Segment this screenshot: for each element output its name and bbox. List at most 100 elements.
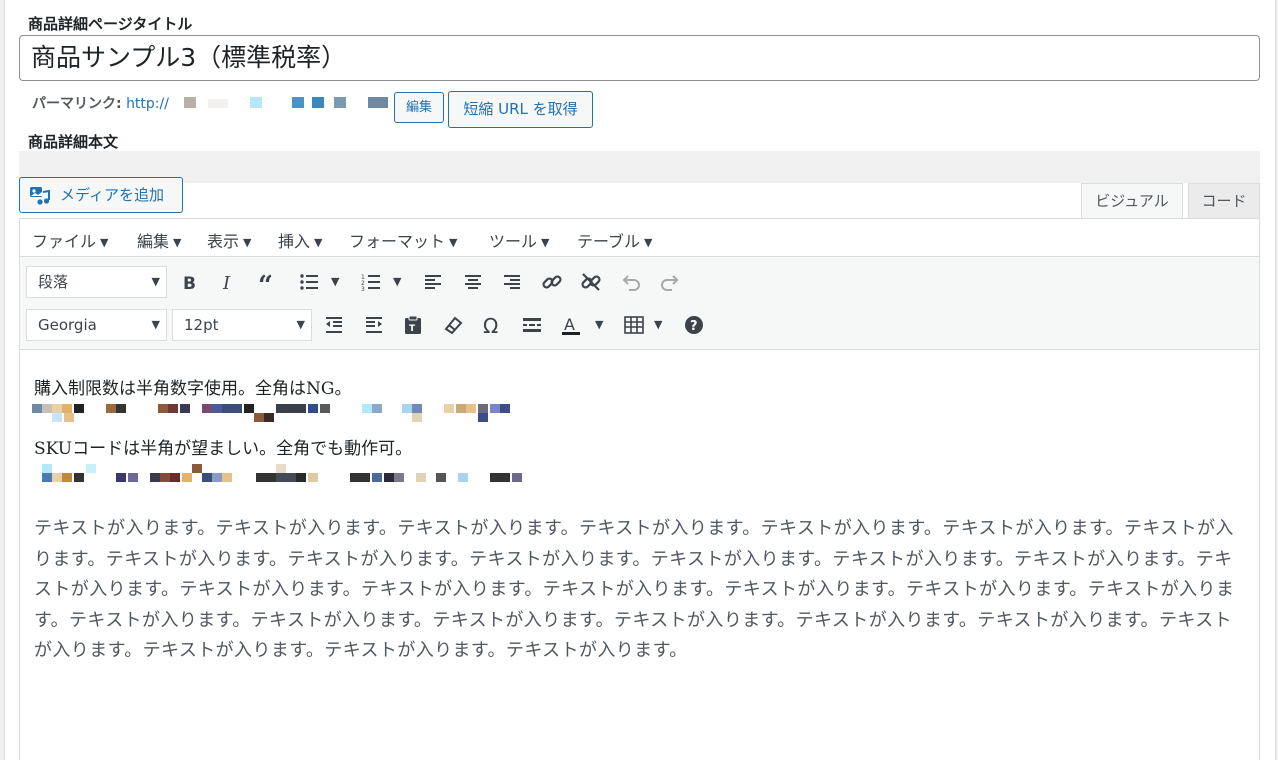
content-line-sku: SKUコードは半角が望ましい。全角でも動作可。 bbox=[34, 439, 413, 459]
editor-header-band bbox=[19, 151, 1260, 183]
title-input[interactable]: 商品サンプル3（標準税率） bbox=[19, 35, 1260, 81]
italic-icon: I bbox=[222, 273, 231, 293]
bullet-list-icon bbox=[300, 274, 318, 290]
title-section-label: 商品詳細ページタイトル bbox=[28, 15, 193, 33]
permalink-label: パーマリンク: bbox=[32, 96, 122, 112]
add-media-button[interactable]: メディアを追加 bbox=[19, 177, 183, 213]
redo-button[interactable] bbox=[655, 267, 685, 297]
chevron-down-icon[interactable]: ▼ bbox=[595, 318, 603, 331]
tab-code[interactable]: コード bbox=[1188, 183, 1260, 219]
bold-button[interactable]: B bbox=[174, 267, 204, 297]
redacted-url bbox=[184, 97, 388, 108]
menu-format[interactable]: フォーマット ▼ bbox=[349, 228, 457, 252]
tab-visual[interactable]: ビジュアル bbox=[1081, 183, 1183, 219]
format-select-value: 段落 bbox=[38, 273, 69, 291]
chevron-down-icon: ▼ bbox=[644, 236, 653, 249]
help-icon: ? bbox=[685, 316, 703, 334]
menu-view-label: 表示 bbox=[207, 232, 240, 251]
menu-insert[interactable]: 挿入 ▼ bbox=[278, 228, 322, 252]
numbered-list-button[interactable]: 123 bbox=[356, 267, 386, 297]
redo-icon bbox=[661, 275, 679, 291]
blockquote-button[interactable]: “ bbox=[253, 267, 283, 297]
align-center-button[interactable] bbox=[458, 267, 488, 297]
text-color-icon: A bbox=[562, 315, 580, 335]
menu-format-label: フォーマット bbox=[349, 232, 446, 251]
menu-tools-label: ツール bbox=[489, 232, 538, 251]
content-paragraph: テキストが入ります。テキストが入ります。テキストが入ります。テキストが入ります。… bbox=[34, 518, 1235, 661]
horizontal-line-icon bbox=[523, 318, 541, 332]
menu-edit-label: 編集 bbox=[137, 232, 170, 251]
menu-tools[interactable]: ツール ▼ bbox=[489, 228, 549, 252]
redacted-line bbox=[32, 404, 510, 422]
align-left-button[interactable] bbox=[418, 267, 448, 297]
svg-text:T: T bbox=[409, 324, 416, 334]
edit-slug-button[interactable]: 編集 bbox=[394, 92, 444, 123]
menu-table-label: テーブル bbox=[577, 232, 641, 251]
unlink-button[interactable] bbox=[576, 267, 606, 297]
align-right-icon bbox=[504, 275, 520, 289]
format-select[interactable]: 段落 ▼ bbox=[26, 266, 167, 298]
svg-text:B: B bbox=[183, 274, 196, 293]
align-right-button[interactable] bbox=[497, 267, 527, 297]
bullet-list-button[interactable] bbox=[294, 267, 324, 297]
font-select-value: Georgia bbox=[38, 316, 97, 334]
undo-icon bbox=[622, 275, 640, 291]
align-left-icon bbox=[425, 275, 441, 289]
chevron-down-icon: ▼ bbox=[314, 236, 323, 249]
menu-file-label: ファイル bbox=[32, 232, 97, 251]
chevron-down-icon: ▼ bbox=[151, 275, 160, 288]
svg-text:3: 3 bbox=[361, 286, 365, 293]
permalink-url[interactable]: http:// bbox=[126, 96, 169, 112]
unlink-icon bbox=[581, 273, 601, 291]
paste-as-text-button[interactable]: T bbox=[398, 310, 428, 340]
font-family-select[interactable]: Georgia ▼ bbox=[26, 309, 167, 341]
editor-content[interactable]: 購入制限数は半角数字使用。全角はNG。 SKUコードは半角が望ましい。全角でも動… bbox=[20, 350, 1259, 760]
svg-text:“: “ bbox=[258, 271, 273, 293]
text-color-button[interactable]: A bbox=[556, 310, 586, 340]
table-icon bbox=[624, 316, 644, 334]
size-select-value: 12pt bbox=[184, 316, 219, 334]
outdent-button[interactable] bbox=[319, 310, 349, 340]
blockquote-icon: “ bbox=[258, 271, 273, 293]
outdent-icon bbox=[326, 317, 342, 333]
get-shortlink-button[interactable]: 短縮 URL を取得 bbox=[448, 91, 593, 128]
chevron-down-icon: ▼ bbox=[243, 236, 252, 249]
body-section-label: 商品詳細本文 bbox=[28, 133, 119, 151]
undo-button[interactable] bbox=[616, 267, 646, 297]
special-character-icon: Ω bbox=[483, 314, 498, 336]
redacted-line bbox=[42, 464, 522, 482]
add-media-label: メディアを追加 bbox=[60, 186, 164, 204]
clear-formatting-button[interactable] bbox=[438, 310, 468, 340]
menu-table[interactable]: テーブル ▼ bbox=[577, 228, 653, 252]
editor-menubar: ファイル ▼ 編集 ▼ 表示 ▼ 挿入 ▼ フォーマット ▼ ツール ▼ テーブル ▼ bbox=[20, 219, 1259, 257]
menu-edit[interactable]: 編集 ▼ bbox=[137, 228, 181, 252]
chevron-down-icon: ▼ bbox=[296, 318, 305, 331]
chevron-down-icon[interactable]: ▼ bbox=[331, 275, 339, 288]
editor-container: ファイル ▼ 編集 ▼ 表示 ▼ 挿入 ▼ フォーマット ▼ ツール ▼ テーブル ▼ 段落 ▼… bbox=[19, 218, 1260, 760]
table-button[interactable] bbox=[619, 310, 649, 340]
insert-link-button[interactable] bbox=[537, 267, 567, 297]
chevron-down-icon[interactable]: ▼ bbox=[393, 275, 401, 288]
bold-icon: B bbox=[183, 274, 196, 293]
indent-icon bbox=[366, 317, 382, 333]
chevron-down-icon: ▼ bbox=[541, 236, 550, 249]
numbered-list-icon: 123 bbox=[361, 274, 380, 293]
chevron-down-icon: ▼ bbox=[173, 236, 182, 249]
menu-view[interactable]: 表示 ▼ bbox=[207, 228, 251, 252]
indent-button[interactable] bbox=[359, 310, 389, 340]
chevron-down-icon[interactable]: ▼ bbox=[654, 318, 662, 331]
help-button[interactable]: ? bbox=[679, 310, 709, 340]
menu-file[interactable]: ファイル ▼ bbox=[32, 228, 108, 252]
italic-button[interactable]: I bbox=[213, 267, 243, 297]
media-icon bbox=[30, 187, 50, 205]
svg-text:Ω: Ω bbox=[483, 314, 498, 336]
clear-formatting-icon bbox=[444, 316, 463, 335]
svg-text:A: A bbox=[564, 315, 575, 334]
align-center-icon bbox=[465, 275, 481, 289]
permalink-row: パーマリンク: http:// bbox=[32, 93, 169, 119]
svg-text:I: I bbox=[222, 273, 231, 293]
horizontal-line-button[interactable] bbox=[517, 310, 547, 340]
font-size-select[interactable]: 12pt ▼ bbox=[172, 309, 312, 341]
chevron-down-icon: ▼ bbox=[151, 318, 160, 331]
special-character-button[interactable]: Ω bbox=[477, 310, 507, 340]
